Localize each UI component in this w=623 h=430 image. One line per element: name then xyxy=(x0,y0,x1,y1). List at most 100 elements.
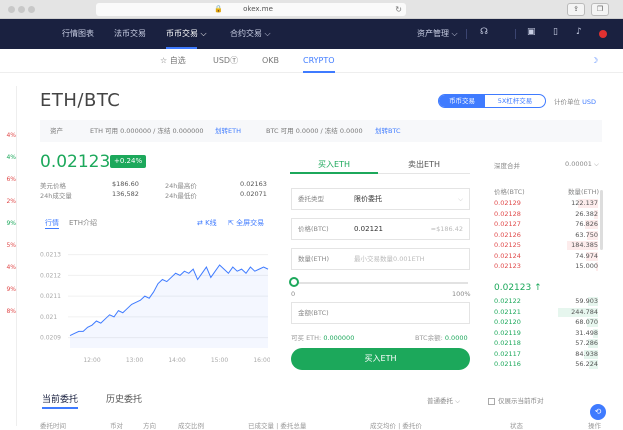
nav-item-futures[interactable]: 合约交易 ⌵ xyxy=(230,19,271,49)
bid-row[interactable]: 0.02122 59.903 xyxy=(494,297,598,306)
list-item-change[interactable]: 4% xyxy=(0,264,16,271)
orderbook-quantity: 57.286 xyxy=(575,339,598,347)
tab-eth-intro[interactable]: ETH介绍 xyxy=(69,218,97,228)
tab-crypto[interactable]: CRYPTO xyxy=(303,49,335,73)
quote-unit[interactable]: 计价单位 USD xyxy=(554,96,596,106)
order-type-select[interactable]: 委托类型 限价委托 ⌵ xyxy=(291,188,470,210)
tab-sell-eth[interactable]: 卖出ETH xyxy=(378,156,470,174)
share-icon[interactable]: ⇪ xyxy=(567,3,585,16)
window-minimize-dot[interactable] xyxy=(18,6,25,13)
slider-max-label: 100% xyxy=(452,290,471,298)
night-mode-icon[interactable]: ☽ xyxy=(591,49,598,73)
orderbook-price: 0.02118 xyxy=(494,339,521,347)
list-item-change[interactable]: 4% xyxy=(0,154,16,161)
ask-row[interactable]: 0.02125 184.385 xyxy=(494,241,598,250)
orderbook-quantity: 74.974 xyxy=(575,251,598,260)
ask-row[interactable]: 0.02129 122.137 xyxy=(494,199,598,208)
tabs-icon[interactable]: ❐ xyxy=(591,3,609,16)
transfer-eth-link[interactable]: 划转ETH xyxy=(215,120,241,142)
bell-icon[interactable]: ♪ xyxy=(576,27,582,37)
y-tick-label: 0.0213 xyxy=(40,252,61,259)
list-item-change[interactable]: 4% xyxy=(0,132,16,139)
tab-open-orders[interactable]: 当前委托 xyxy=(42,392,79,409)
orderbook-quantity: 31.498 xyxy=(575,328,598,337)
nav-item-spot[interactable]: 币币交易 ⌵ xyxy=(166,19,207,49)
ask-row[interactable]: 0.02128 26.382 xyxy=(494,209,598,219)
nav-item-otc[interactable]: 法币交易 xyxy=(114,19,146,49)
chevron-down-icon: ⌵ xyxy=(458,195,463,203)
orderbook-price: 0.02121 xyxy=(494,307,521,316)
orderbook-price: 0.02126 xyxy=(494,230,521,239)
btc-balance-value: 0.0000 xyxy=(444,334,468,342)
tab-usdt[interactable]: USDⓉ xyxy=(213,49,238,73)
reload-icon[interactable]: ↻ xyxy=(395,3,402,16)
window-zoom-dot[interactable] xyxy=(28,6,35,13)
mode-margin-button[interactable]: 5X杠杆交易 xyxy=(485,95,545,107)
amount-slider-track[interactable] xyxy=(292,282,468,284)
ask-row[interactable]: 0.02127 76.826 xyxy=(494,220,598,229)
mode-spot-button[interactable]: 币币交易 xyxy=(439,95,485,107)
y-tick-label: 0.0211 xyxy=(40,293,61,300)
amount-slider-handle[interactable] xyxy=(289,277,299,287)
checkbox[interactable] xyxy=(488,397,495,405)
bid-row[interactable]: 0.02121 244.784 xyxy=(494,307,598,317)
nav-item-market[interactable]: 行情图表 xyxy=(62,19,94,49)
only-current-pair-toggle[interactable]: 仅展示当前币对 xyxy=(488,395,544,405)
list-item-change[interactable]: 6% xyxy=(0,176,16,183)
bid-row[interactable]: 0.02116 56.224 xyxy=(494,360,598,369)
quote-unit-value[interactable]: USD xyxy=(582,98,596,106)
list-item-change[interactable]: 9% xyxy=(0,220,16,227)
ask-row[interactable]: 0.02126 63.750 xyxy=(494,230,598,240)
nav-item-assets[interactable]: 资产管理 ⌵ xyxy=(417,19,458,49)
price-line-chart[interactable]: 0.0213 0.0212 0.0211 0.021 0.0209 12:00 13:00 1… xyxy=(40,232,270,366)
headset-icon[interactable]: ☊ xyxy=(480,27,488,37)
price-fiat-hint: ≈$186.42 xyxy=(430,225,463,233)
list-item-change[interactable]: 5% xyxy=(0,242,16,249)
fullscreen-trade-button[interactable]: ⇱ 全屏交易 xyxy=(228,218,264,228)
orderbook-quantity: 122.137 xyxy=(571,199,598,207)
list-item-change[interactable]: 9% xyxy=(0,286,16,293)
orderbook-last-price: 0.02123 ↑ xyxy=(494,283,542,293)
x-tick-label: 12:00 xyxy=(83,357,100,364)
tab-favorites[interactable]: ☆ 自选 xyxy=(160,49,186,73)
only-current-pair-label: 仅展示当前币对 xyxy=(498,397,544,405)
orderbook-price-header: 价格(BTC) xyxy=(494,188,525,196)
transfer-btc-link[interactable]: 划转BTC xyxy=(375,120,401,142)
bid-row[interactable]: 0.02117 84.938 xyxy=(494,349,598,359)
bid-row[interactable]: 0.02118 57.286 xyxy=(494,339,598,348)
bid-row[interactable]: 0.02120 68.070 xyxy=(494,318,598,327)
orderbook-price: 0.02125 xyxy=(494,241,521,249)
bid-row[interactable]: 0.02119 31.498 xyxy=(494,328,598,338)
kline-button[interactable]: ⇄ K线 xyxy=(197,218,217,228)
quantity-placeholder: 最小交易数量0.001ETH xyxy=(354,255,425,263)
language-flag-icon[interactable] xyxy=(599,30,607,38)
last-price: 0.02123 xyxy=(40,152,111,172)
window-close-dot[interactable] xyxy=(8,6,15,13)
y-tick-label: 0.021 xyxy=(40,314,57,321)
ask-row[interactable]: 0.02124 74.974 xyxy=(494,251,598,261)
orderbook-quantity: 184.385 xyxy=(571,241,598,249)
tab-market-chart[interactable]: 行情 xyxy=(45,218,59,229)
btc-balance: BTC 可用 0.0000 / 冻结 0.0000 xyxy=(266,127,363,135)
list-item-change[interactable]: 8% xyxy=(0,308,16,315)
available-eth: 可买 ETH: 0.000000 xyxy=(291,332,354,342)
buy-eth-button[interactable]: 买入ETH xyxy=(291,348,470,370)
price-field[interactable]: 价格(BTC) 0.02121 ≈$186.42 xyxy=(291,218,470,240)
chat-icon[interactable]: ▣ xyxy=(527,27,536,37)
orderbook-quantity: 63.750 xyxy=(575,230,598,239)
list-item-change[interactable]: 2% xyxy=(0,198,16,205)
tab-okb[interactable]: OKB xyxy=(262,49,279,73)
col-pair: 币对 xyxy=(110,422,123,430)
download-icon[interactable]: ▯ xyxy=(553,27,558,37)
x-tick-label: 13:00 xyxy=(126,357,143,364)
tab-buy-eth[interactable]: 买入ETH xyxy=(290,156,378,174)
quantity-field[interactable]: 数量(ETH) 最小交易数量0.001ETH xyxy=(291,248,470,270)
depth-merge-select[interactable]: 0.00001 ⌵ xyxy=(565,160,599,169)
help-fab-icon[interactable]: ⟲ xyxy=(590,404,606,420)
address-bar[interactable]: 🔒 okex.me ↻ xyxy=(96,3,406,16)
ask-row[interactable]: 0.02123 15.000 xyxy=(494,262,598,271)
amount-field[interactable]: 金额(BTC) xyxy=(291,302,470,324)
tab-order-history[interactable]: 历史委托 xyxy=(106,392,142,405)
orderbook-scrollbar[interactable] xyxy=(600,190,603,250)
order-filter-select[interactable]: 普通委托 ⌵ xyxy=(427,395,460,406)
